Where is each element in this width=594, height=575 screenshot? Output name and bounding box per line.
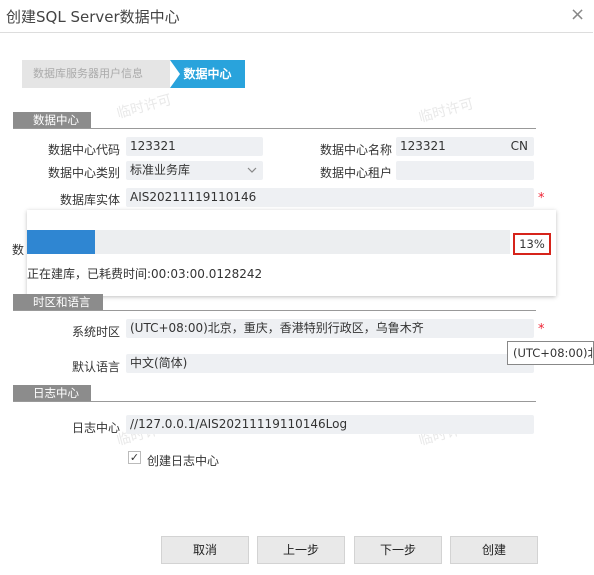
section-divider xyxy=(13,128,536,129)
progress-track xyxy=(27,230,510,254)
timezone-tooltip: (UTC+08:00)北 xyxy=(507,341,594,365)
dc-name-field[interactable]: 123321 CN xyxy=(396,137,534,156)
section-header-timezone: 时区和语言 xyxy=(13,294,103,310)
next-button[interactable]: 下一步 xyxy=(354,536,442,564)
step-db-server-user-info: 数据库服务器用户信息 xyxy=(22,60,186,88)
timezone-label: 系统时区 xyxy=(71,325,120,339)
language-select[interactable]: 中文(简体) xyxy=(126,354,534,373)
close-icon[interactable]: × xyxy=(570,4,585,25)
section-divider xyxy=(13,401,536,402)
dc-type-select[interactable]: 标准业务库 xyxy=(126,161,263,180)
section-divider xyxy=(13,310,536,311)
progress-status-text: 正在建库，已耗费时间:00:03:00.0128242 xyxy=(27,267,263,281)
create-log-label: 创建日志中心 xyxy=(147,454,220,468)
chevron-down-icon xyxy=(247,167,257,173)
section-header-log: 日志中心 xyxy=(13,385,91,401)
log-center-field[interactable]: //127.0.0.1/AIS20211119110146Log xyxy=(126,415,534,434)
prev-button[interactable]: 上一步 xyxy=(257,536,345,564)
db-entity-label: 数据库实体 xyxy=(59,193,120,207)
log-center-label: 日志中心 xyxy=(71,421,120,435)
progress-fill xyxy=(27,230,95,254)
step-datacenter: 数据中心 xyxy=(170,60,245,88)
db-entity-field[interactable]: AIS20211119110146 xyxy=(126,188,534,207)
section-header-datacenter: 数据中心 xyxy=(13,112,91,128)
partial-label: 数 xyxy=(12,243,25,257)
progress-dialog: 13% 正在建库，已耗费时间:00:03:00.0128242 xyxy=(27,210,556,296)
create-log-checkbox[interactable]: ✓ xyxy=(128,451,141,464)
dc-name-suffix: CN xyxy=(510,139,528,153)
required-mark: * xyxy=(538,191,545,206)
dc-name-value: 123321 xyxy=(400,139,446,153)
dc-code-field[interactable]: 123321 xyxy=(126,137,263,156)
dc-name-label: 数据中心名称 xyxy=(319,143,392,157)
cancel-button[interactable]: 取消 xyxy=(161,536,249,564)
dc-type-value: 标准业务库 xyxy=(130,163,191,177)
progress-percent: 13% xyxy=(513,233,551,255)
language-label: 默认语言 xyxy=(71,360,120,374)
dc-tenant-label: 数据中心租户 xyxy=(319,166,392,180)
dc-type-label: 数据中心类别 xyxy=(47,166,120,180)
window-title: 创建SQL Server数据中心 xyxy=(6,8,180,26)
dc-tenant-field[interactable] xyxy=(396,161,534,180)
create-button[interactable]: 创建 xyxy=(450,536,538,564)
timezone-select[interactable]: (UTC+08:00)北京，重庆，香港特别行政区，乌鲁木齐 xyxy=(126,319,534,338)
dc-code-label: 数据中心代码 xyxy=(47,143,120,157)
required-mark: * xyxy=(538,322,545,337)
